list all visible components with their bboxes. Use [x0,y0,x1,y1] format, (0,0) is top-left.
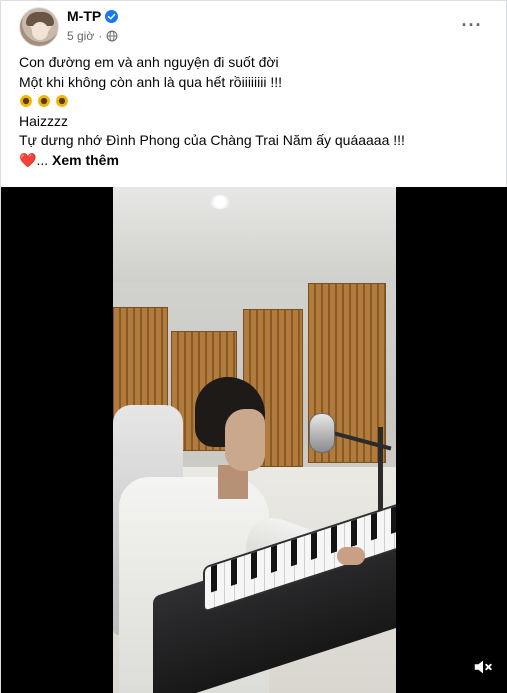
globe-icon[interactable] [106,30,118,42]
author-row: M-TP [67,8,119,24]
person-face [225,409,265,471]
post-timestamp[interactable]: 5 giờ [67,29,94,43]
sunflower-icon [38,95,50,107]
more-horizontal-icon: ··· [461,15,483,35]
verified-badge-icon [105,9,119,23]
post-card: M-TP 5 giờ · ··· Con đường em và anh ngu… [0,0,507,693]
post-header: M-TP 5 giờ · ··· [1,1,507,51]
see-more-link[interactable]: Xem thêm [52,152,119,168]
studio-ceiling [113,187,396,282]
microphone [309,413,335,453]
post-text: Con đường em và anh nguyện đi suốt đời M… [19,53,489,170]
avatar-face [32,22,48,40]
post-text-line: Con đường em và anh nguyện đi suốt đời [19,54,279,70]
see-more-prefix: ... [36,151,49,168]
avatar[interactable] [19,7,59,47]
mute-button[interactable] [470,654,496,680]
post-text-line: Một khi không còn anh là qua hết rồiiiii… [19,73,283,90]
volume-muted-icon [474,660,492,674]
post-meta: 5 giờ · [67,29,118,43]
meta-separator: · [98,29,103,43]
post-text-line: Haizzzz [19,112,69,129]
video-player[interactable] [1,187,507,693]
ceiling-light [209,195,231,209]
sunflower-icon [20,95,32,107]
person-hand [337,547,365,565]
heart-icon: ❤️ [19,151,37,168]
sunflower-icon [56,95,68,107]
author-name[interactable]: M-TP [67,8,101,24]
more-options-button[interactable]: ··· [462,15,482,35]
emoji-line [19,92,489,112]
see-more-line: ❤️... Xem thêm [19,151,489,171]
video-frame[interactable] [113,187,396,693]
post-text-line: Tự dưng nhớ Đình Phong của Chàng Trai Nă… [19,132,405,148]
